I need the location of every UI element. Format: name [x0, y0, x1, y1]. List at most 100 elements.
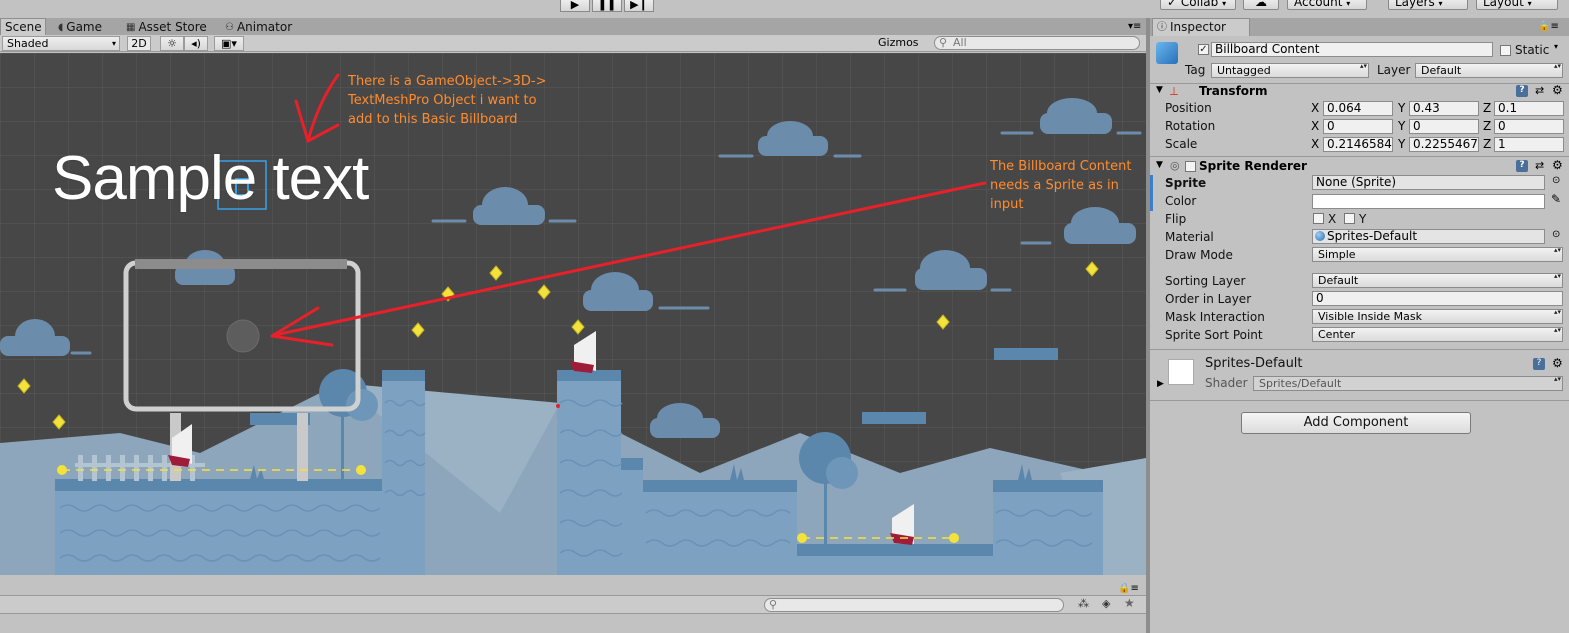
sorting-layer-label: Sorting Layer: [1165, 274, 1246, 288]
sprite-label: Sprite: [1165, 176, 1207, 190]
add-component-button[interactable]: Add Component: [1241, 412, 1471, 434]
eyedropper-icon[interactable]: ✎: [1551, 192, 1561, 206]
help-icon[interactable]: ?: [1533, 358, 1545, 370]
object-picker-icon[interactable]: ⊙: [1552, 175, 1560, 186]
game-icon: ◖: [58, 21, 64, 33]
sprite-object-field[interactable]: None (Sprite): [1312, 175, 1545, 190]
active-checkbox[interactable]: ✓: [1198, 44, 1209, 55]
scale-y-field[interactable]: 0.2255467: [1409, 137, 1479, 152]
gear-icon[interactable]: ⚙: [1552, 83, 1563, 97]
sorting-layer-dropdown[interactable]: Default: [1312, 273, 1563, 288]
scale-x-field[interactable]: 0.2146584: [1323, 137, 1393, 152]
static-checkbox[interactable]: [1500, 45, 1511, 56]
position-y-field[interactable]: 0.43: [1409, 101, 1479, 116]
pause-button[interactable]: ❚❚: [592, 0, 622, 12]
shader-label: Shader: [1205, 376, 1248, 390]
sprite-renderer-icon: ◎: [1170, 159, 1180, 172]
gear-icon[interactable]: ⚙: [1552, 158, 1563, 172]
scale-z-field[interactable]: 1: [1494, 137, 1564, 152]
layers-dropdown[interactable]: Layers ▾: [1388, 0, 1468, 10]
search-icon: ⚲: [939, 36, 948, 49]
collab-dropdown[interactable]: ✓ Collab ▾: [1160, 0, 1236, 10]
help-icon[interactable]: ?: [1516, 160, 1528, 172]
help-icon[interactable]: ?: [1516, 85, 1528, 97]
material-preview: [1168, 359, 1194, 385]
account-dropdown[interactable]: Account ▾: [1287, 0, 1367, 10]
flip-x-checkbox[interactable]: [1313, 213, 1324, 224]
gizmos-dropdown[interactable]: Gizmos ▾: [874, 36, 928, 61]
inspector-tab-bar: ⓘ Inspector 🔒≡: [1150, 18, 1569, 36]
order-in-layer-label: Order in Layer: [1165, 292, 1252, 306]
tab-animator[interactable]: ⚇ Animator: [221, 18, 296, 36]
tab-asset-store[interactable]: ▦ Asset Store: [122, 18, 211, 36]
static-dropdown-arrow[interactable]: ▾: [1554, 42, 1558, 51]
mask-interaction-label: Mask Interaction: [1165, 310, 1265, 324]
gear-icon[interactable]: ⚙: [1552, 356, 1563, 370]
step-button[interactable]: ▶❙: [624, 0, 654, 12]
panel-menu-icon[interactable]: ▾≡: [1128, 21, 1141, 32]
tab-game[interactable]: ◖ Game: [54, 18, 106, 36]
rotation-z-field[interactable]: 0: [1494, 119, 1564, 134]
gameobject-cube-icon: [1156, 42, 1178, 64]
scene-tab-bar: Scene ◖ Game ▦ Asset Store ⚇ Animator ▾≡: [0, 18, 1146, 36]
rotation-y-field[interactable]: 0: [1409, 119, 1479, 134]
foldout-arrow-icon[interactable]: ▼: [1156, 85, 1163, 95]
draw-mode-dropdown[interactable]: Simple: [1312, 247, 1563, 262]
flip-y-checkbox[interactable]: [1344, 213, 1355, 224]
filter-type-icon[interactable]: ⁂: [1078, 597, 1089, 610]
shader-dropdown[interactable]: Sprites/Default: [1253, 376, 1563, 391]
tab-inspector[interactable]: ⓘ Inspector: [1152, 18, 1250, 36]
cloud-button[interactable]: ☁: [1243, 0, 1279, 10]
scene-toolbar: Shaded ▾ 2D ☼ ◂) ▣▾ Gizmos ▾ ⚲ All: [0, 35, 1146, 61]
2d-toggle[interactable]: 2D: [127, 36, 151, 51]
position-z-field[interactable]: 0.1: [1494, 101, 1564, 116]
info-icon: ⓘ: [1157, 22, 1167, 33]
sprite-renderer-enabled-checkbox[interactable]: [1185, 161, 1196, 172]
effects-dropdown[interactable]: ▣▾: [214, 36, 244, 51]
lock-icon[interactable]: 🔒≡: [1538, 21, 1559, 32]
cloud-check-icon: ✓: [1167, 0, 1178, 9]
star-icon[interactable]: ★: [1124, 596, 1135, 610]
transform-icon: ⟂: [1170, 84, 1179, 98]
tab-scene[interactable]: Scene: [0, 18, 46, 36]
scene-search-input[interactable]: ⚲ All: [934, 36, 1140, 50]
sample-text-object[interactable]: Sample text: [52, 143, 369, 215]
sprite-renderer-header[interactable]: ▼ ◎ Sprite Renderer ? ⇄ ⚙: [1150, 158, 1569, 176]
transform-position-row: Position X 0.064 Y 0.43 Z 0.1: [1150, 99, 1569, 117]
play-button[interactable]: ▶: [560, 0, 590, 12]
audio-toggle[interactable]: ◂): [184, 36, 208, 51]
transform-rotation-row: Rotation X 0 Y 0 Z 0: [1150, 117, 1569, 135]
transform-scale-row: Scale X 0.2146584 Y 0.2255467 Z 1: [1150, 135, 1569, 153]
scene-viewport[interactable]: Sample text There is a GameObject->3D-> …: [0, 53, 1146, 575]
bottom-search-input[interactable]: ⚲: [764, 598, 1064, 612]
rotation-x-field[interactable]: 0: [1323, 119, 1393, 134]
layout-dropdown[interactable]: Layout ▾: [1476, 0, 1558, 10]
tag-dropdown[interactable]: Untagged: [1211, 63, 1369, 78]
object-picker-icon[interactable]: ⊙: [1552, 229, 1560, 240]
animator-icon: ⚇: [225, 21, 234, 33]
order-in-layer-field[interactable]: 0: [1312, 291, 1563, 306]
flip-label: Flip: [1165, 212, 1187, 226]
bottom-toolbar: ⚲ ⁂ ◈ ★: [0, 595, 1146, 614]
foldout-arrow-icon[interactable]: ▶: [1157, 379, 1164, 389]
mask-interaction-dropdown[interactable]: Visible Inside Mask: [1312, 309, 1563, 324]
sprite-sort-point-dropdown[interactable]: Center: [1312, 327, 1563, 342]
object-name-field[interactable]: Billboard Content: [1211, 42, 1493, 57]
modified-indicator: [1150, 175, 1153, 211]
tag-label: Tag: [1185, 63, 1206, 77]
scene-graphics: [0, 73, 1146, 575]
step-icon: ▶❙: [630, 0, 648, 11]
position-x-field[interactable]: 0.064: [1323, 101, 1393, 116]
foldout-arrow-icon[interactable]: ▼: [1156, 160, 1163, 170]
lock-icon[interactable]: 🔒≡: [1118, 583, 1139, 594]
layer-dropdown[interactable]: Default: [1415, 63, 1563, 78]
preset-icon[interactable]: ⇄: [1535, 84, 1544, 97]
cloud-icon: ☁: [1255, 0, 1267, 9]
material-object-field[interactable]: Sprites-Default: [1312, 229, 1545, 244]
shading-mode-dropdown[interactable]: Shaded ▾: [2, 36, 120, 51]
inspector-panel: ⓘ Inspector 🔒≡ ✓ Billboard Content Stati…: [1150, 18, 1569, 633]
preset-icon[interactable]: ⇄: [1535, 159, 1544, 172]
tag-icon[interactable]: ◈: [1102, 597, 1110, 610]
lighting-toggle[interactable]: ☼: [160, 36, 184, 51]
color-field[interactable]: [1312, 194, 1545, 209]
